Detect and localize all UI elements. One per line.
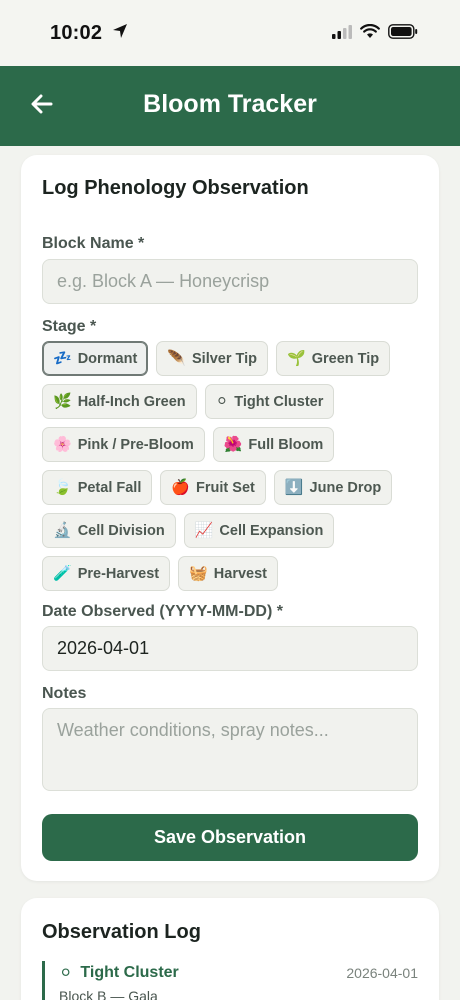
date-input[interactable] xyxy=(42,626,418,671)
stage-chip-silver-tip[interactable]: 🪶 Silver Tip xyxy=(156,341,269,376)
stage-chip-pink-pre-bloom[interactable]: 🌸 Pink / Pre-Bloom xyxy=(42,427,205,462)
down-arrow-icon: ⬇️ xyxy=(284,478,304,496)
microscope-icon: 🔬 xyxy=(53,521,72,539)
stage-chip-june-drop[interactable]: ⬇️ June Drop xyxy=(273,470,393,505)
notes-textarea[interactable] xyxy=(42,708,418,791)
stage-chip-label: Half-Inch Green xyxy=(77,393,186,410)
cherry-blossom-icon: 🌸 xyxy=(53,435,72,453)
stage-chip-green-tip[interactable]: 🌱 Green Tip xyxy=(276,341,391,376)
log-entry[interactable]: ⚪ Tight Cluster 2026-04-01 Block B — Gal… xyxy=(42,961,418,1000)
stage-chip-label: Full Bloom xyxy=(248,436,324,453)
feather-icon: 🪶 xyxy=(167,349,186,367)
log-entry-stage: ⚪ Tight Cluster xyxy=(59,963,179,983)
sleep-icon: 💤 xyxy=(53,349,72,367)
stage-chip-dormant[interactable]: 💤 Dormant xyxy=(42,341,149,376)
stage-chip-label: Harvest xyxy=(213,565,267,582)
log-entry-stage-label: Tight Cluster xyxy=(80,964,179,981)
stage-chip-half-inch-green[interactable]: 🌿 Half-Inch Green xyxy=(42,384,197,419)
stage-chip-full-bloom[interactable]: 🌺 Full Bloom xyxy=(212,427,335,462)
stage-chip-label: Dormant xyxy=(77,350,138,367)
stage-chip-label: Petal Fall xyxy=(77,479,142,496)
stage-chip-label: Tight Cluster xyxy=(234,393,324,410)
test-tube-icon: 🧪 xyxy=(53,564,72,582)
hibiscus-icon: 🌺 xyxy=(223,435,243,453)
stage-chip-label: Cell Expansion xyxy=(219,522,324,539)
log-entry-date: 2026-04-01 xyxy=(346,965,418,981)
block-name-input[interactable] xyxy=(42,259,418,304)
app-title: Bloom Tracker xyxy=(143,90,317,118)
stage-chip-group: 💤 Dormant 🪶 Silver Tip 🌱 Green Tip 🌿 Half-Inch … xyxy=(42,341,422,591)
stage-chip-label: Silver Tip xyxy=(192,350,258,367)
stage-chip-tight-cluster[interactable]: ⚪ Tight Cluster xyxy=(204,384,335,419)
stage-chip-label: Green Tip xyxy=(311,350,380,367)
seedling-icon: 🌱 xyxy=(287,349,306,367)
stage-chip-label: Cell Division xyxy=(77,522,165,539)
save-observation-button[interactable]: Save Observation xyxy=(42,814,418,861)
leaf-icon: 🍃 xyxy=(53,478,72,496)
stage-chip-petal-fall[interactable]: 🍃 Petal Fall xyxy=(42,470,153,505)
observation-form-card: Log Phenology Observation Block Name * S… xyxy=(21,155,439,881)
stage-chip-label: Pink / Pre-Bloom xyxy=(77,436,194,453)
stage-chip-pre-harvest[interactable]: 🧪 Pre-Harvest xyxy=(42,556,171,591)
battery-icon xyxy=(388,24,418,44)
app-header: Bloom Tracker xyxy=(0,66,460,146)
herb-icon: 🌿 xyxy=(53,392,72,410)
notes-label: Notes xyxy=(42,685,87,702)
stage-chip-cell-expansion[interactable]: 📈 Cell Expansion xyxy=(183,513,335,548)
stage-chip-cell-division[interactable]: 🔬 Cell Division xyxy=(42,513,176,548)
date-label: Date Observed (YYYY-MM-DD) * xyxy=(42,603,283,620)
tight-cluster-icon: ⚪ xyxy=(59,965,73,982)
stage-chip-fruit-set[interactable]: 🍎 Fruit Set xyxy=(160,470,266,505)
signal-icon xyxy=(332,24,352,44)
stage-label: Stage * xyxy=(42,318,97,335)
log-entry-block: Block B — Gala xyxy=(59,988,158,1000)
stage-chip-label: Pre-Harvest xyxy=(77,565,160,582)
stage-chip-label: Fruit Set xyxy=(196,479,255,496)
block-name-label: Block Name * xyxy=(42,235,145,252)
apple-icon: 🍎 xyxy=(171,478,191,496)
stage-chip-harvest[interactable]: 🧺 Harvest xyxy=(178,556,278,591)
location-arrow-icon xyxy=(112,22,128,45)
observation-log-card: Observation Log ⚪ Tight Cluster 2026-04-… xyxy=(21,898,439,1000)
wifi-icon xyxy=(360,23,380,44)
form-title: Log Phenology Observation xyxy=(42,177,309,199)
status-time-text: 10:02 xyxy=(50,22,103,44)
status-time: 10:02 xyxy=(50,22,128,45)
status-icons xyxy=(332,23,418,44)
basket-icon: 🧺 xyxy=(189,564,208,582)
chart-up-icon: 📈 xyxy=(194,521,214,539)
stage-chip-label: June Drop xyxy=(309,479,382,496)
bud-cluster-icon: ⚪ xyxy=(215,392,229,410)
status-bar: 10:02 xyxy=(0,0,460,66)
log-title: Observation Log xyxy=(42,921,201,943)
